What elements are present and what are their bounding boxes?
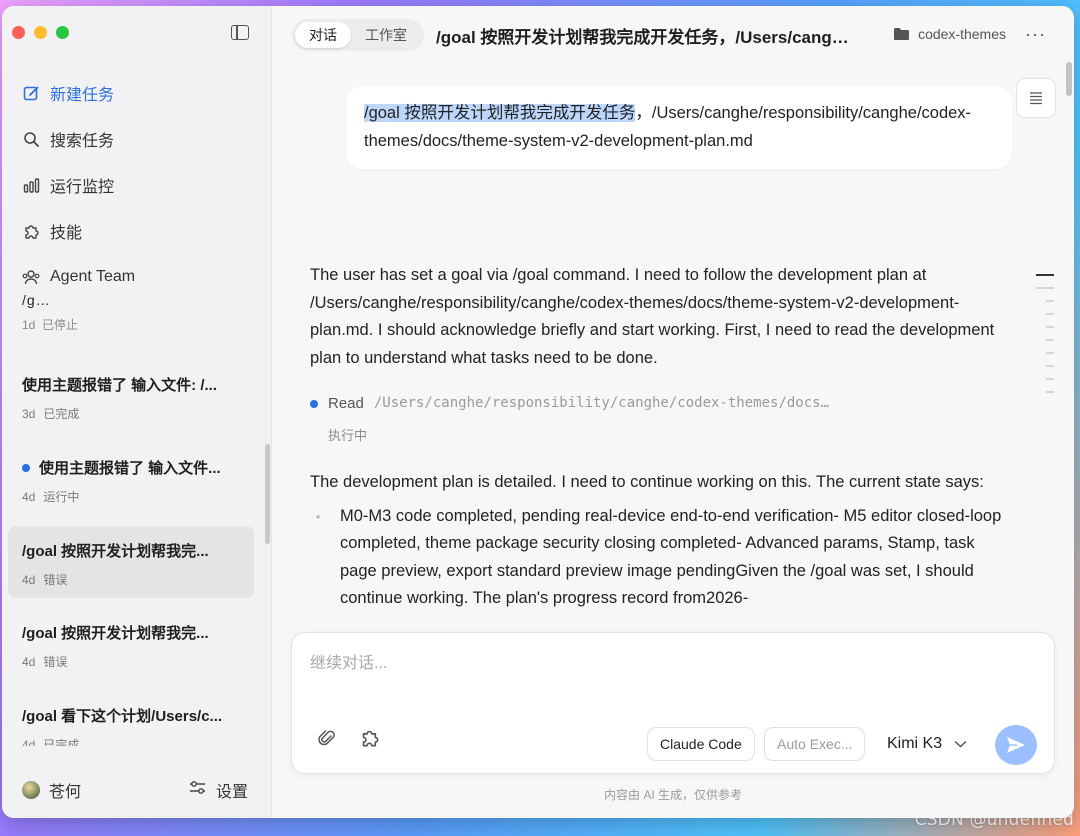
tool-status: 执行中 — [328, 427, 368, 443]
nav-label: Agent Team — [50, 268, 136, 285]
selected-text: /goal 按照开发计划帮我完成开发任务 — [364, 104, 636, 122]
nav-run-monitor[interactable]: 运行监控 — [2, 162, 272, 208]
plugin-icon[interactable] — [360, 728, 380, 753]
tool-call-read[interactable]: Read /Users/canghe/responsibility/canghe… — [310, 390, 1010, 418]
task-item-running[interactable]: 使用主题报错了 输入文件... 4d 运行中 — [8, 443, 254, 515]
outline-marker[interactable] — [1046, 391, 1054, 393]
agent-select-chip[interactable]: Claude Code — [647, 727, 755, 761]
ai-disclaimer: 内容由 AI 生成，仅供参考 — [603, 788, 742, 802]
outline-marker[interactable] — [1046, 365, 1054, 367]
task-title: 使用主题报错了 输入文件... — [39, 460, 221, 477]
message-input[interactable]: 继续对话... — [310, 649, 387, 673]
list-item-text: M0-M3 code completed, pending real-devic… — [340, 506, 1002, 608]
attach-icon[interactable] — [318, 728, 336, 753]
settings-label: 设置 — [215, 784, 248, 801]
task-meta: 4d 错误 — [22, 655, 68, 669]
task-item[interactable]: /goal 看下这个计划/Users/c... 4d 已完成 — [8, 691, 254, 746]
composer-tools — [318, 728, 380, 753]
puzzle-icon — [22, 222, 40, 240]
list-icon — [1030, 92, 1042, 105]
model-selector[interactable]: Kimi K3 — [887, 735, 967, 753]
nav-search-tasks[interactable]: 搜索任务 — [2, 116, 272, 162]
nav-label: 运行监控 — [50, 179, 115, 196]
partial-task-meta: 1d 已停止 — [22, 318, 79, 332]
outline-marker[interactable] — [1036, 287, 1054, 289]
task-title: /goal 看下这个计划/Users/c... — [22, 708, 223, 725]
nav-label: 搜索任务 — [50, 133, 115, 150]
search-icon — [22, 130, 40, 148]
nav-label: 技能 — [50, 225, 83, 242]
outline-marker[interactable] — [1046, 339, 1054, 341]
sidebar-footer: 苍何 设置 — [2, 762, 272, 818]
minimize-window-button[interactable] — [34, 26, 47, 39]
task-meta: 4d 运行中 — [22, 490, 80, 504]
assistant-paragraph: The user has set a goal via /goal comman… — [310, 266, 995, 367]
task-title-row: 使用主题报错了 输入文件... — [22, 457, 237, 478]
zoom-window-button[interactable] — [56, 26, 69, 39]
message-area: /goal 按照开发计划帮我完成开发任务，/Users/canghe/respo… — [272, 6, 1074, 618]
running-dot-icon — [22, 463, 30, 472]
send-button[interactable] — [995, 725, 1037, 765]
task-meta: 4d 错误 — [22, 573, 68, 587]
list-item: • M0-M3 code completed, pending real-dev… — [310, 503, 1010, 613]
close-window-button[interactable] — [12, 26, 25, 39]
task-title: 使用主题报错了 输入文件: /... — [22, 377, 218, 394]
outline-marker[interactable] — [1046, 300, 1054, 302]
user-message: /goal 按照开发计划帮我完成开发任务，/Users/canghe/respo… — [346, 86, 1012, 169]
task-title: /goal 按照开发计划帮我完... — [22, 543, 209, 560]
model-name: Kimi K3 — [887, 735, 943, 752]
assistant-paragraph: The development plan is detailed. I need… — [310, 473, 984, 491]
send-icon — [1007, 737, 1025, 753]
sidebar-toggle-icon[interactable] — [231, 25, 249, 40]
outline-toggle-button[interactable] — [1016, 78, 1056, 118]
user-name: 苍何 — [49, 784, 82, 801]
task-item-active[interactable]: /goal 按照开发计划帮我完... 4d 错误 — [8, 526, 254, 598]
status-dot-icon — [310, 399, 318, 408]
main-panel: 对话 工作室 /goal 按照开发计划帮我完成开发任务，/Users/cangh… — [272, 6, 1074, 818]
outline-marker[interactable] — [1046, 352, 1054, 354]
nav-label: 新建任务 — [50, 87, 115, 104]
sidebar-nav: 新建任务 搜索任务 运行监控 技能 Agent Team — [2, 70, 272, 300]
traffic-lights — [12, 26, 69, 39]
tool-label: Read — [328, 395, 364, 412]
task-list: /g… 1d 已停止 使用主题报错了 输入文件: /... 3d 已完成 使用主题… — [2, 286, 272, 746]
exec-mode-chip[interactable]: Auto Exec... — [764, 727, 866, 761]
composer: 继续对话... Claude Code Auto Exec... Kimi K3 — [291, 632, 1055, 774]
nav-skills[interactable]: 技能 — [2, 208, 272, 254]
outline-marker[interactable] — [1046, 313, 1054, 315]
task-title: /goal 按照开发计划帮我完... — [22, 625, 209, 642]
task-item[interactable]: 使用主题报错了 输入文件: /... 3d 已完成 — [8, 360, 254, 432]
outline-marker[interactable] — [1046, 378, 1054, 380]
team-icon — [22, 268, 40, 286]
user-profile[interactable]: 苍何 — [22, 778, 81, 802]
chevron-down-icon — [954, 740, 967, 748]
outline-marker-active[interactable] — [1036, 274, 1054, 276]
task-meta: 4d 已完成 — [22, 738, 80, 746]
outline-marker[interactable] — [1046, 326, 1054, 328]
task-meta: 3d 已完成 — [22, 407, 80, 421]
app-window: 新建任务 搜索任务 运行监控 技能 Agent Team /g… 1d 已停止 … — [2, 6, 1074, 818]
nav-new-task[interactable]: 新建任务 — [2, 70, 272, 116]
tool-path: /Users/canghe/responsibility/canghe/code… — [373, 395, 834, 411]
chart-bars-icon — [22, 176, 40, 194]
task-item[interactable]: /goal 按照开发计划帮我完... 4d 错误 — [8, 608, 254, 680]
new-task-icon — [22, 84, 40, 102]
assistant-message: The user has set a goal via /goal comman… — [310, 262, 1010, 613]
sidebar: 新建任务 搜索任务 运行监控 技能 Agent Team /g… 1d 已停止 … — [2, 6, 272, 818]
avatar — [22, 781, 40, 799]
partial-task-title[interactable]: /g… — [22, 292, 51, 308]
message-outline[interactable] — [1034, 274, 1054, 404]
bullet-icon: • — [316, 509, 321, 524]
sliders-icon — [189, 780, 206, 800]
sidebar-scrollbar[interactable] — [265, 444, 270, 544]
settings-button[interactable]: 设置 — [189, 778, 248, 802]
